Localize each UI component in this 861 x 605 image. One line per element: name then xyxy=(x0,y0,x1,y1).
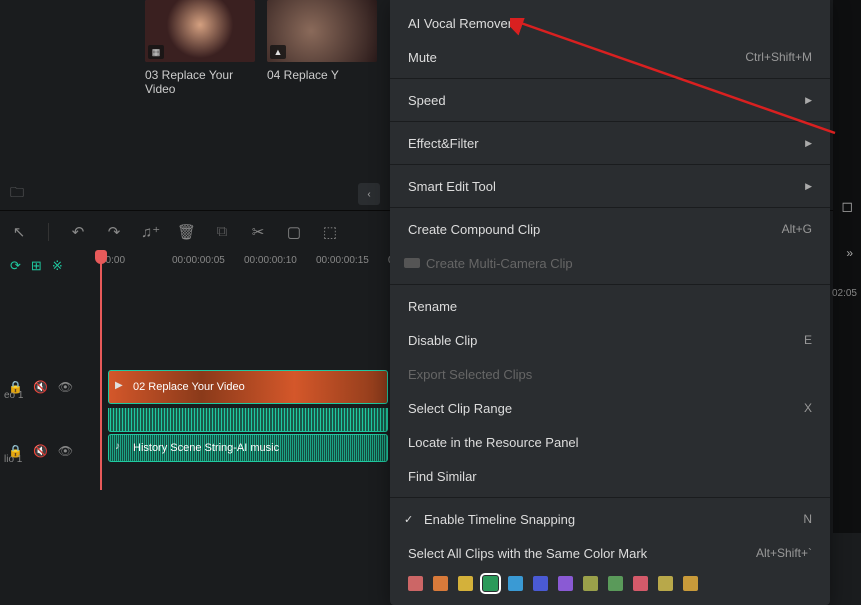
color-swatch[interactable] xyxy=(433,576,448,591)
menu-disable-clip[interactable]: Disable Clip E xyxy=(390,323,830,357)
check-icon: ✓ xyxy=(404,513,416,526)
color-swatch[interactable] xyxy=(633,576,648,591)
link-icon[interactable]: ⧉ xyxy=(213,223,231,240)
folder-icon[interactable]: 🗀 xyxy=(10,182,24,206)
color-swatch[interactable] xyxy=(583,576,598,591)
menu-speed[interactable]: Speed ▶ xyxy=(390,83,830,117)
context-menu: AI Vocal Remover Mute Ctrl+Shift+M Speed… xyxy=(390,0,830,605)
mute-icon[interactable]: 🔇 xyxy=(33,380,48,394)
submenu-arrow-icon: ▶ xyxy=(805,138,812,149)
redo-icon[interactable]: ↷ xyxy=(105,223,123,241)
video-type-icon: ▦ xyxy=(148,45,164,59)
right-side-panel: ◻ » 02:05 xyxy=(833,0,861,533)
color-swatches xyxy=(390,570,830,599)
media-thumbnail[interactable]: ▦ xyxy=(145,0,255,62)
color-swatch[interactable] xyxy=(558,576,573,591)
menu-select-range[interactable]: Select Clip Range X xyxy=(390,391,830,425)
image-type-icon: ▲ xyxy=(270,45,286,59)
media-thumbnail[interactable]: ▲ xyxy=(267,0,377,62)
clip-audio-icon: ♪ xyxy=(115,441,129,455)
crop-icon[interactable]: ▢ xyxy=(285,223,303,241)
menu-ai-vocal-remover[interactable]: AI Vocal Remover xyxy=(390,6,830,40)
color-swatch[interactable] xyxy=(408,576,423,591)
menu-compound-clip[interactable]: Create Compound Clip Alt+G xyxy=(390,212,830,246)
undo-icon[interactable]: ↶ xyxy=(69,223,87,241)
color-swatch[interactable] xyxy=(608,576,623,591)
timeline-end-mark: 02:05 xyxy=(832,288,857,299)
fit-icon[interactable]: ⬚ xyxy=(321,223,339,241)
snap-toggle-icon[interactable]: ⊞ xyxy=(31,258,42,274)
media-label: 04 Replace Y xyxy=(267,68,377,82)
camera-icon xyxy=(404,258,420,268)
submenu-arrow-icon: ▶ xyxy=(805,95,812,106)
visibility-icon[interactable]: 👁 xyxy=(58,380,73,394)
marker-icon[interactable]: ♫⁺ xyxy=(141,223,159,241)
color-swatch[interactable] xyxy=(458,576,473,591)
collapse-button[interactable]: ‹ xyxy=(358,183,380,205)
media-label: 03 Replace Your Video xyxy=(145,68,255,96)
visibility-icon[interactable]: 👁 xyxy=(58,444,73,458)
color-swatch[interactable] xyxy=(683,576,698,591)
link-toggle-icon[interactable]: ⟳ xyxy=(10,258,21,274)
color-swatch-selected[interactable] xyxy=(483,576,498,591)
menu-effect-filter[interactable]: Effect&Filter ▶ xyxy=(390,126,830,160)
cut-icon[interactable]: ✂ xyxy=(249,223,267,241)
magnet-icon[interactable]: ※ xyxy=(52,258,63,274)
menu-export-selected: Export Selected Clips xyxy=(390,357,830,391)
menu-locate-resource[interactable]: Locate in the Resource Panel xyxy=(390,425,830,459)
menu-rename[interactable]: Rename xyxy=(390,289,830,323)
menu-find-similar[interactable]: Find Similar xyxy=(390,459,830,493)
playhead[interactable] xyxy=(100,252,102,490)
submenu-arrow-icon: ▶ xyxy=(805,181,812,192)
color-swatch[interactable] xyxy=(508,576,523,591)
fullscreen-icon[interactable]: ◻ xyxy=(841,198,853,215)
expand-panel-icon[interactable]: » xyxy=(846,246,853,260)
folder-bar: 🗀 ‹ xyxy=(0,178,390,210)
cursor-tool-icon[interactable]: ↖ xyxy=(10,223,28,241)
menu-timeline-snapping[interactable]: ✓ Enable Timeline Snapping N xyxy=(390,502,830,536)
audio-clip[interactable]: ♪ History Scene String-AI music xyxy=(108,434,388,462)
menu-multi-camera: Create Multi-Camera Clip xyxy=(390,246,830,280)
video-clip-audio-wave[interactable] xyxy=(108,408,388,432)
clip-video-icon: ▶ xyxy=(115,380,129,394)
delete-icon[interactable]: 🗑 xyxy=(177,223,195,241)
menu-smart-edit[interactable]: Smart Edit Tool ▶ xyxy=(390,169,830,203)
menu-select-by-color[interactable]: Select All Clips with the Same Color Mar… xyxy=(390,536,830,570)
color-swatch[interactable] xyxy=(533,576,548,591)
video-clip[interactable]: ▶ 02 Replace Your Video xyxy=(108,370,388,404)
color-swatch[interactable] xyxy=(658,576,673,591)
menu-mute[interactable]: Mute Ctrl+Shift+M xyxy=(390,40,830,74)
mute-icon[interactable]: 🔇 xyxy=(33,444,48,458)
